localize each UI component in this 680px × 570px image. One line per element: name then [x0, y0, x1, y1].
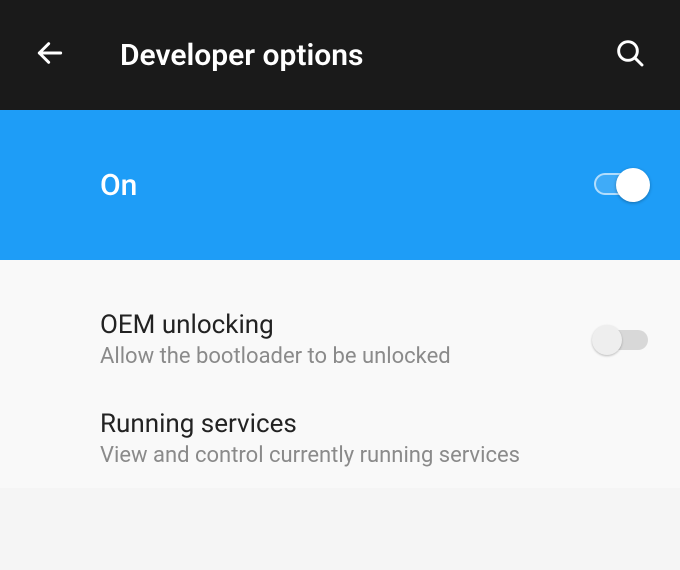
back-button[interactable]	[30, 35, 70, 75]
back-arrow-icon	[34, 37, 66, 73]
setting-text: Running services View and control curren…	[100, 409, 650, 468]
running-services-subtitle: View and control currently running servi…	[100, 443, 650, 468]
running-services-item[interactable]: Running services View and control curren…	[0, 389, 680, 488]
page-title: Developer options	[120, 38, 610, 73]
master-toggle-switch[interactable]	[592, 169, 650, 201]
toggle-knob	[616, 168, 650, 202]
running-services-title: Running services	[100, 409, 650, 439]
setting-text: OEM unlocking Allow the bootloader to be…	[100, 310, 592, 369]
settings-list: OEM unlocking Allow the bootloader to be…	[0, 260, 680, 488]
search-icon	[614, 37, 646, 73]
oem-unlocking-title: OEM unlocking	[100, 310, 592, 340]
search-button[interactable]	[610, 35, 650, 75]
app-header: Developer options	[0, 0, 680, 110]
oem-unlocking-subtitle: Allow the bootloader to be unlocked	[100, 344, 592, 369]
toggle-knob	[592, 325, 622, 355]
master-toggle-label: On	[100, 168, 592, 203]
oem-unlocking-item[interactable]: OEM unlocking Allow the bootloader to be…	[0, 290, 680, 389]
master-toggle-panel[interactable]: On	[0, 110, 680, 260]
oem-unlocking-toggle[interactable]	[592, 324, 650, 356]
